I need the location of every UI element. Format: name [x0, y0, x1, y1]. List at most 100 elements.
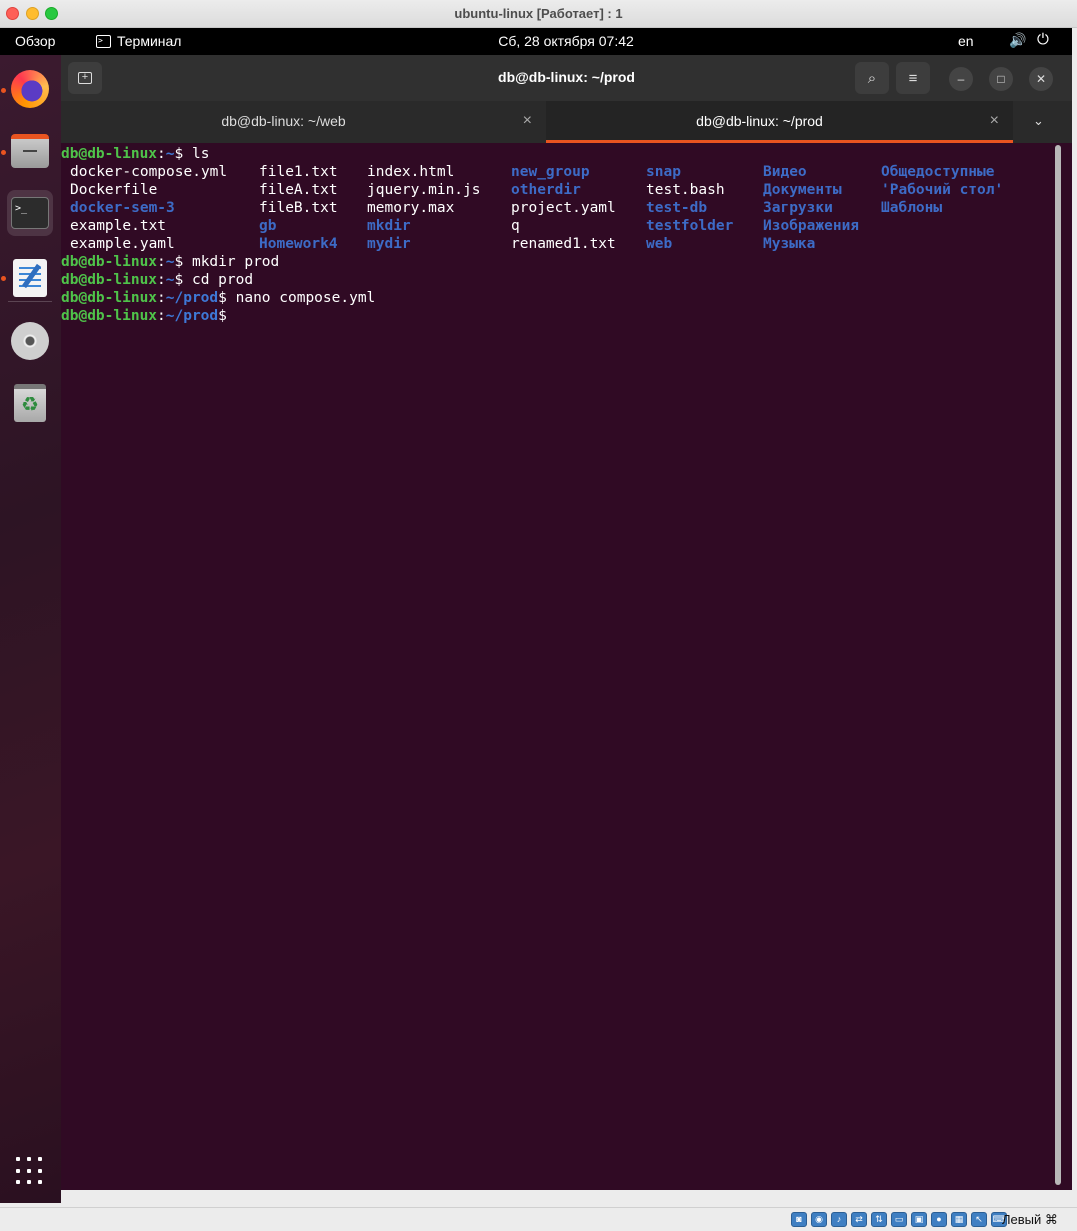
prompt-line: db@db-linux:~$ mkdir prod	[61, 253, 279, 271]
dock-firefox[interactable]	[7, 66, 53, 112]
dock-trash[interactable]: ♻	[7, 380, 53, 426]
files-icon	[11, 134, 49, 168]
display-icon[interactable]: ▣	[911, 1212, 927, 1227]
ls-directory-entry: Шаблоны	[881, 200, 943, 216]
ls-file-entry: fileB.txt	[259, 200, 338, 216]
ls-directory-entry: Загрузки	[763, 200, 833, 216]
host-key-label: Левый ⌘	[1002, 1212, 1058, 1227]
terminal-scrollbar[interactable]	[1055, 145, 1061, 1185]
ls-directory-entry: Изображения	[763, 218, 860, 234]
command-text: $	[218, 308, 227, 324]
ls-directory-entry: Музыка	[763, 236, 816, 252]
terminal-icon: >_	[11, 197, 49, 229]
prompt-user: db@db-linux	[61, 146, 158, 162]
ls-file-entry: docker-compose.yml	[70, 164, 228, 180]
prompt-line: db@db-linux:~/prod$	[61, 307, 227, 325]
hard-disk-icon[interactable]: ◙	[791, 1212, 807, 1227]
prompt-user: db@db-linux	[61, 254, 158, 270]
maximize-button[interactable]: □	[989, 67, 1013, 91]
tab-bar: db@db-linux: ~/web × db@db-linux: ~/prod…	[61, 101, 1072, 143]
ls-file-entry: q	[511, 218, 520, 234]
command-text: $ nano compose.yml	[218, 290, 376, 306]
dock: >_ ♻	[0, 55, 61, 1203]
terminal-output[interactable]: db@db-linux:~$ ls docker-compose.yml file…	[61, 145, 1061, 1185]
prompt-path: ~	[165, 254, 175, 270]
tab-web[interactable]: db@db-linux: ~/web ×	[61, 101, 546, 143]
trash-icon: ♻	[14, 384, 46, 422]
clock[interactable]: Сб, 28 октября 07:42	[0, 33, 1077, 49]
minimize-button[interactable]: –	[949, 67, 973, 91]
tab-close-icon[interactable]: ×	[523, 112, 532, 130]
volume-icon[interactable]: 🔊	[1009, 32, 1026, 49]
tab-label: db@db-linux: ~/prod	[696, 113, 823, 129]
prompt-path: ~/prod	[165, 308, 219, 324]
cpu-icon[interactable]: ▦	[951, 1212, 967, 1227]
command-text: $ ls	[174, 146, 210, 162]
close-button[interactable]: ✕	[1029, 67, 1053, 91]
dock-terminal[interactable]: >_	[7, 190, 53, 236]
disc-icon	[11, 322, 49, 360]
ls-directory-entry: testfolder	[646, 218, 734, 234]
show-apps-icon[interactable]	[16, 1157, 44, 1185]
tabs-dropdown-icon[interactable]: ⌄	[1033, 113, 1044, 129]
optical-drive-icon[interactable]: ◉	[811, 1212, 827, 1227]
ls-directory-entry: mydir	[367, 236, 411, 252]
command-text: $ mkdir prod	[174, 254, 280, 270]
dock-files[interactable]	[7, 128, 53, 174]
prompt-path: ~/prod	[165, 290, 219, 306]
command-text: $ cd prod	[174, 272, 254, 288]
ls-file-entry: file1.txt	[259, 164, 338, 180]
shared-folder-icon[interactable]: ▭	[891, 1212, 907, 1227]
network-icon[interactable]: ⇄	[851, 1212, 867, 1227]
firefox-icon	[11, 70, 49, 108]
ls-directory-entry: Документы	[763, 182, 842, 198]
ubuntu-top-panel: Обзор > Терминал Сб, 28 октября 07:42 en…	[0, 28, 1072, 55]
dock-text-editor[interactable]	[7, 255, 53, 301]
prompt-user: db@db-linux	[61, 272, 158, 288]
power-icon[interactable]: ⏻	[1037, 31, 1049, 48]
prompt-line: db@db-linux:~/prod$ nano compose.yml	[61, 289, 375, 307]
ls-directory-entry: docker-sem-3	[70, 200, 175, 216]
menu-button[interactable]: ≡	[896, 62, 930, 94]
vm-status-bar: ◙ ◉ ♪ ⇄ ⇅ ▭ ▣ ● ▦ ↖ ⌨ Левый ⌘	[0, 1207, 1077, 1231]
ls-file-entry: renamed1.txt	[511, 236, 616, 252]
prompt-colon: :	[157, 308, 166, 324]
running-indicator	[1, 276, 6, 281]
hamburger-icon: ≡	[908, 69, 918, 87]
ls-directory-entry: test-db	[646, 200, 708, 216]
mouse-integration-icon[interactable]: ↖	[971, 1212, 987, 1227]
recording-icon[interactable]: ●	[931, 1212, 947, 1227]
close-icon: ✕	[1035, 72, 1047, 86]
ls-file-entry: memory.max	[367, 200, 455, 216]
prompt-colon: :	[157, 290, 166, 306]
tab-close-icon[interactable]: ×	[990, 112, 999, 130]
usb-icon[interactable]: ⇅	[871, 1212, 887, 1227]
prompt-colon: :	[157, 254, 166, 270]
prompt-user: db@db-linux	[61, 308, 158, 324]
prompt-user: db@db-linux	[61, 290, 158, 306]
running-indicator	[1, 88, 6, 93]
running-indicator	[1, 150, 6, 155]
maximize-icon: □	[997, 72, 1005, 86]
ls-directory-entry: 'Рабочий стол'	[881, 182, 1004, 198]
audio-icon[interactable]: ♪	[831, 1212, 847, 1227]
dock-separator	[8, 301, 52, 302]
prompt-line: db@db-linux:~$ cd prod	[61, 271, 253, 289]
ls-directory-entry: Общедоступные	[881, 164, 995, 180]
ls-file-entry: index.html	[367, 164, 455, 180]
ls-directory-entry: Видео	[763, 164, 807, 180]
tab-prod[interactable]: db@db-linux: ~/prod ×	[546, 101, 1013, 143]
ls-file-entry: jquery.min.js	[367, 182, 481, 198]
vm-title-bar: ubuntu-linux [Работает] : 1	[0, 0, 1077, 28]
ls-directory-entry: web	[646, 236, 673, 252]
prompt-path: ~	[165, 272, 175, 288]
ls-file-entry: example.yaml	[70, 236, 175, 252]
ls-directory-entry: mkdir	[367, 218, 411, 234]
search-button[interactable]: ⌕	[855, 62, 889, 94]
dock-optical-disc[interactable]	[7, 318, 53, 364]
ls-directory-entry: snap	[646, 164, 681, 180]
keyboard-layout-indicator[interactable]: en	[958, 33, 974, 49]
terminal-header-bar: + db@db-linux: ~/prod ⌕ ≡ – □ ✕	[61, 55, 1072, 101]
ls-file-entry: project.yaml	[511, 200, 616, 216]
tab-label: db@db-linux: ~/web	[221, 113, 346, 129]
